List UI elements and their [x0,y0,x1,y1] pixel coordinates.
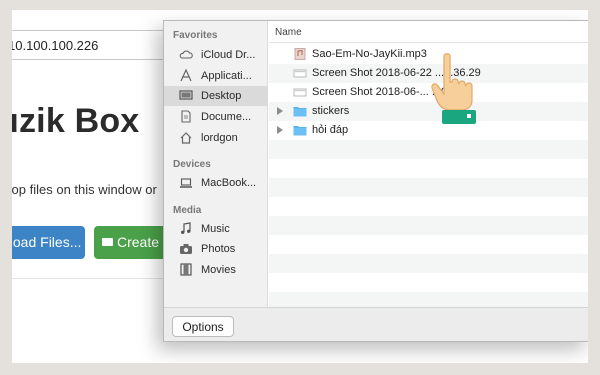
sidebar-item-label: Music [201,223,230,235]
image-file-icon [293,69,307,78]
audio-file-icon [294,48,306,60]
sidebar-item-label: Applicati... [201,70,252,82]
devices-heading: Devices [173,159,211,170]
list-item[interactable]: stickers [269,102,589,121]
file-name: Sao-Em-No-JayKii.mp3 [312,48,427,60]
app-title: uzik Box [0,102,140,140]
list-item[interactable]: hỏi đáp [269,121,589,140]
sidebar-item-label: Movies [201,264,236,276]
empty-row [269,292,589,307]
divider [0,278,168,279]
folder-icon [293,107,307,117]
column-header-name[interactable]: Name [269,21,589,43]
sidebar-item-label: Desktop [201,90,242,102]
media-heading: Media [173,205,202,216]
upload-files-button[interactable]: oload Files... [0,226,85,259]
desktop-icon [179,90,193,100]
folder-icon [293,126,307,136]
camera-icon [180,244,192,254]
hand-pointer-icon [431,53,476,124]
sidebar-item-label: MacBook... [201,177,257,189]
list-item[interactable]: Sao-Em-No-JayKii.mp3 [269,45,589,64]
documents-icon [181,110,191,123]
cloud-icon [179,50,193,59]
dialog-bottom-bar: Options [164,307,589,341]
file-list: Name Sao-Em-No-JayKii.mp3 Screen Shot 20… [269,21,589,307]
sidebar-item-photos[interactable]: Photos [164,239,268,259]
sidebar-item-icloud[interactable]: iCloud Dr... [164,45,268,65]
music-icon [181,222,191,234]
favorites-heading: Favorites [173,30,218,41]
sidebar-item-movies[interactable]: Movies [164,260,268,280]
empty-row [269,178,589,197]
file-name: hỏi đáp [312,124,349,136]
empty-row [269,254,589,273]
sidebar-item-desktop[interactable]: Desktop [164,86,268,106]
folder-icon [102,238,113,246]
breadcrumb: k [0,293,6,307]
list-item[interactable]: Screen Shot 2018-06-22 ...5.36.29 [269,64,589,83]
film-icon [180,263,192,276]
empty-row [269,140,589,159]
laptop-icon [180,178,192,188]
sidebar-item-label: Docume... [201,111,252,123]
options-button[interactable]: Options [172,316,234,337]
sidebar-item-label: lordgon [201,132,238,144]
sidebar: Favorites iCloud Dr... Applicati... Desk… [164,21,268,307]
file-name: stickers [312,105,350,117]
list-item[interactable]: Screen Shot 2018-06-... ...09.17 [269,83,589,102]
sidebar-item-label: Photos [201,243,236,255]
create-folder-button[interactable]: Create [94,226,168,259]
home-icon [180,132,192,144]
image-file-icon [293,88,307,97]
applications-icon [180,69,192,82]
sidebar-item-label: iCloud Dr... [201,49,256,61]
url-bar[interactable]: 10.100.100.226 [0,30,175,60]
sidebar-item-documents[interactable]: Docume... [164,107,268,127]
sidebar-item-music[interactable]: Music [164,219,268,239]
sidebar-item-macbook[interactable]: MacBook... [164,173,268,193]
file-picker-dialog: Favorites iCloud Dr... Applicati... Desk… [163,20,590,342]
empty-row [269,216,589,235]
disclosure-triangle-icon[interactable] [277,107,283,115]
sidebar-item-applications[interactable]: Applicati... [164,66,268,86]
drop-hint-text: drop files on this window or [0,182,157,197]
create-button-label: Create [117,234,160,250]
disclosure-triangle-icon[interactable] [277,126,283,134]
sidebar-item-home[interactable]: lordgon [164,128,268,148]
